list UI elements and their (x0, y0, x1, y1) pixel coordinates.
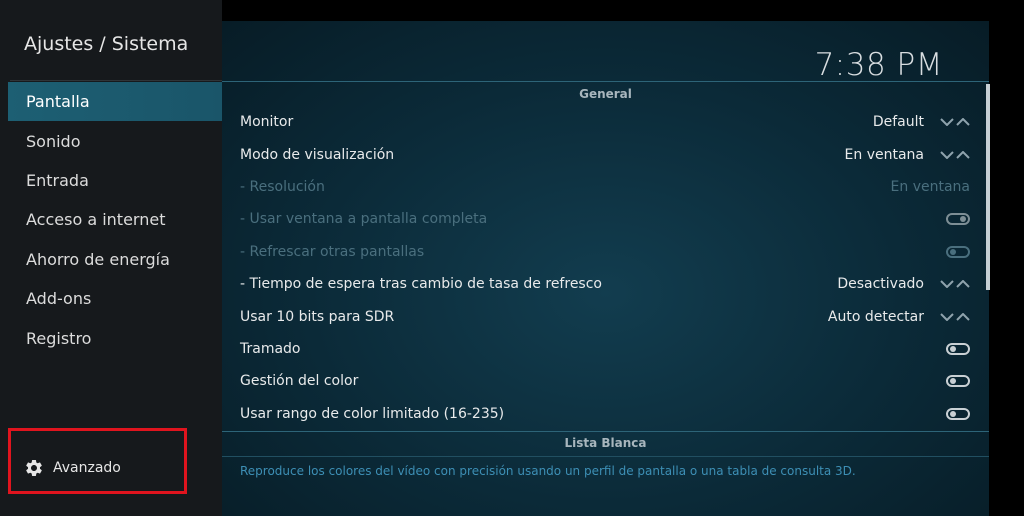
sidebar-item-entrada[interactable]: Entrada (8, 161, 222, 200)
setting-label: - Refrescar otras pantallas (240, 243, 425, 260)
clock: 7:38 PM (814, 47, 943, 83)
advanced-label: Avanzado (53, 460, 121, 476)
page-title: Ajustes / Sistema (24, 33, 189, 55)
section-header-whitelist: Lista Blanca (564, 436, 647, 450)
setting-resolution: - Resolución En ventana (240, 171, 972, 203)
setting-label: Gestión del color (240, 373, 359, 390)
setting-label: Monitor (240, 114, 294, 131)
spinner-arrows[interactable] (940, 280, 970, 289)
spinner-arrows[interactable] (940, 118, 970, 127)
toggle-switch[interactable] (946, 407, 970, 420)
setting-label: Modo de visualización (240, 146, 395, 163)
setting-description: Reproduce los colores del vídeo con prec… (240, 464, 856, 478)
scrollbar[interactable] (986, 84, 990, 290)
setting-dithering[interactable]: Tramado (240, 333, 972, 365)
sidebar-item-registro[interactable]: Registro (8, 318, 222, 357)
chevron-down-icon (940, 280, 954, 289)
sidebar-item-acceso-internet[interactable]: Acceso a internet (8, 200, 222, 239)
advanced-button[interactable]: Avanzado (24, 458, 121, 478)
settings-list: Monitor Default Modo de visualización En… (240, 106, 972, 430)
setting-label: Usar 10 bits para SDR (240, 308, 395, 325)
setting-label: Tramado (240, 340, 301, 357)
sidebar-item-addons[interactable]: Add-ons (8, 279, 222, 318)
setting-label: - Resolución (240, 178, 325, 195)
toggle-switch[interactable] (946, 342, 970, 355)
setting-refresh-delay[interactable]: - Tiempo de espera tras cambio de tasa d… (240, 268, 972, 300)
sidebar-nav: Pantalla Sonido Entrada Acceso a interne… (8, 82, 222, 358)
chevron-up-icon (956, 150, 970, 159)
setting-display-mode[interactable]: Modo de visualización En ventana (240, 138, 972, 170)
setting-value: En ventana (844, 146, 924, 163)
setting-color-management[interactable]: Gestión del color (240, 365, 972, 397)
setting-monitor[interactable]: Monitor Default (240, 106, 972, 138)
setting-label: Usar rango de color limitado (16-235) (240, 405, 505, 422)
chevron-down-icon (940, 312, 954, 321)
toggle-switch (946, 245, 970, 258)
setting-label: - Tiempo de espera tras cambio de tasa d… (240, 276, 602, 293)
sidebar-item-pantalla[interactable]: Pantalla (8, 82, 222, 122)
chevron-up-icon (956, 312, 970, 321)
setting-blank-displays: - Refrescar otras pantallas (240, 236, 972, 268)
setting-fullscreen-window: - Usar ventana a pantalla completa (240, 203, 972, 235)
setting-value: Desactivado (837, 276, 924, 293)
spinner-arrows[interactable] (940, 312, 970, 321)
spinner-arrows[interactable] (940, 150, 970, 159)
setting-value: Auto detectar (827, 308, 924, 325)
chevron-up-icon (956, 280, 970, 288)
setting-limited-range[interactable]: Usar rango de color limitado (16-235) (240, 398, 972, 430)
toggle-switch[interactable] (946, 375, 970, 388)
chevron-down-icon (940, 150, 954, 159)
sidebar-divider (10, 80, 222, 81)
section-header-general: General (579, 87, 632, 101)
sidebar-item-ahorro-energia[interactable]: Ahorro de energía (8, 240, 222, 279)
setting-label: - Usar ventana a pantalla completa (240, 211, 488, 228)
toggle-switch (946, 213, 970, 226)
gear-icon (26, 460, 42, 476)
setting-value: En ventana (890, 178, 970, 195)
screen: Ajustes / Sistema Pantalla Sonido Entrad… (0, 0, 1024, 516)
setting-10bit-sdr[interactable]: Usar 10 bits para SDR Auto detectar (240, 300, 972, 332)
section-divider (222, 431, 989, 432)
chevron-up-icon (956, 118, 970, 126)
sidebar-item-sonido[interactable]: Sonido (8, 121, 222, 160)
chevron-down-icon (940, 118, 954, 127)
setting-value: Default (872, 114, 924, 131)
header-divider (222, 81, 989, 82)
description-divider (222, 456, 989, 457)
